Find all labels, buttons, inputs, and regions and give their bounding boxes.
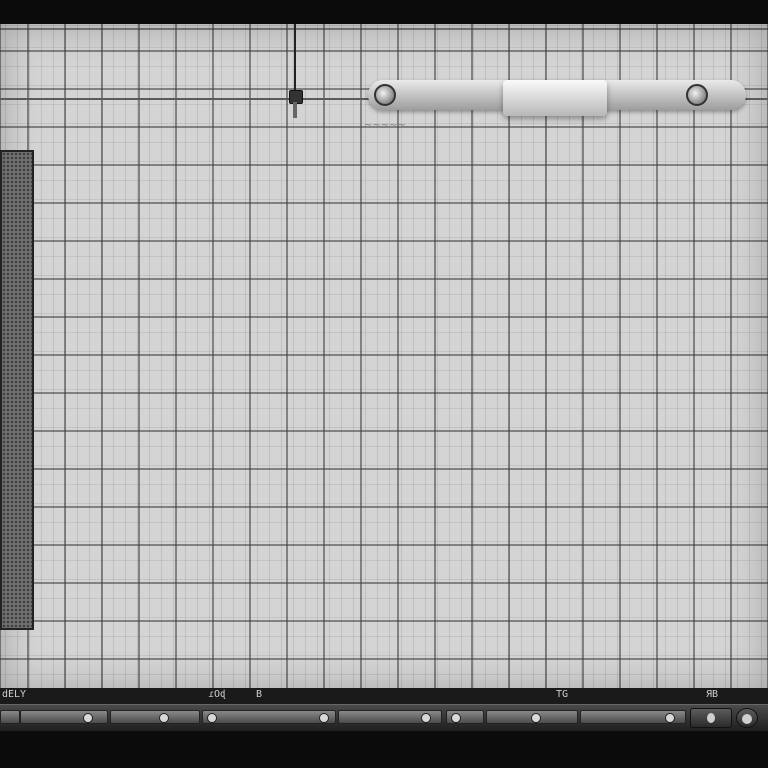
playhead-handle[interactable] — [293, 102, 297, 118]
timeline-grid[interactable]: ~~~~~ — [0, 24, 768, 692]
ruler-label: ЯB — [706, 689, 719, 700]
track-segment[interactable] — [580, 710, 686, 724]
track-segment[interactable] — [202, 710, 336, 724]
ruler-label: TG — [556, 689, 569, 700]
ruler-label: dELY — [2, 689, 27, 700]
segment-handle-icon[interactable] — [319, 713, 329, 723]
record-icon — [707, 713, 715, 723]
segment-handle-icon[interactable] — [451, 713, 461, 723]
transport-knob[interactable] — [736, 708, 758, 728]
segment-handle-icon[interactable] — [159, 713, 169, 723]
bottom-frame — [0, 731, 768, 768]
segment-handle-icon[interactable] — [421, 713, 431, 723]
zoom-slider-thumb[interactable] — [503, 80, 607, 116]
zoom-slider[interactable] — [368, 80, 746, 116]
record-icon[interactable] — [207, 713, 217, 723]
timeline-ruler: dELY ɾOɖ B TG ЯB — [0, 688, 768, 704]
speaker-grille-panel — [0, 150, 34, 630]
segment-handle-icon[interactable] — [531, 713, 541, 723]
track-segment[interactable] — [446, 710, 484, 724]
ruler-label: B — [256, 689, 263, 700]
segment-handle-icon[interactable] — [83, 713, 93, 723]
ruler-label: ɾOɖ — [208, 689, 227, 700]
circle-knob-icon[interactable] — [374, 84, 396, 106]
transport-bar — [0, 704, 768, 732]
track-segment[interactable] — [110, 710, 200, 724]
playhead-line[interactable] — [294, 24, 296, 96]
track-segment[interactable] — [338, 710, 442, 724]
circle-knob-icon[interactable] — [686, 84, 708, 106]
track-segment[interactable] — [20, 710, 108, 724]
circle-knob-icon — [742, 714, 752, 724]
track-segment[interactable] — [0, 710, 20, 724]
slider-caption-blur: ~~~~~ — [364, 120, 406, 131]
segment-handle-icon[interactable] — [665, 713, 675, 723]
track-segment[interactable] — [486, 710, 578, 724]
transport-button[interactable] — [690, 708, 732, 728]
